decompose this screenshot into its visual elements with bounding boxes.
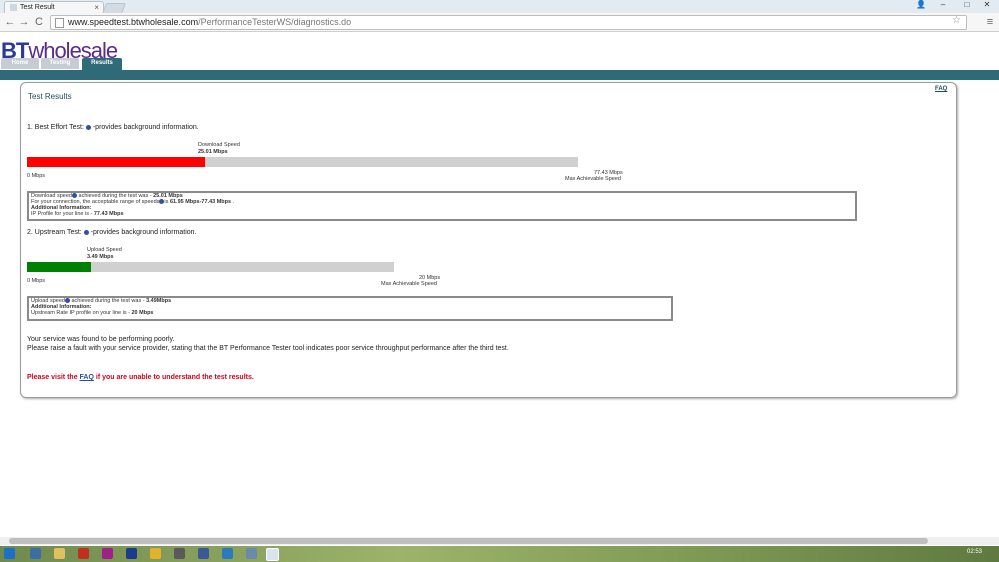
best-effort-heading-desc: -provides background information. [92,124,199,131]
tab-title: Test Result [20,4,55,11]
facebook-icon[interactable] [198,548,209,559]
taskbar-app-icon[interactable] [174,548,185,559]
taskbar-app-icon[interactable] [78,548,89,559]
summary-line-2: Please raise a fault with your service p… [27,345,509,352]
info-icon[interactable] [83,229,89,235]
taskbar-app-icon[interactable] [126,548,137,559]
faq-inline-link[interactable]: FAQ [80,374,94,381]
menu-icon[interactable]: ≡ [984,15,996,29]
nav-tab-testing[interactable]: Testing [41,58,79,69]
page-icon [55,18,64,28]
url-path: /PerformanceTesterWS/diagnostics.do [198,17,352,27]
folder-icon[interactable] [54,548,65,559]
reload-icon[interactable]: C [33,15,45,29]
download-max-label: Max Achievable Speed [565,176,621,182]
upload-speed-bar [27,262,394,272]
maximize-button[interactable]: □ [960,0,974,9]
faq-prompt-text: Please visit the [27,374,78,381]
start-icon[interactable] [4,548,15,559]
minimize-button[interactable]: – [936,0,950,9]
taskbar-app-icon[interactable] [30,548,41,559]
ip-profile-value: 77.43 Mbps [93,211,124,217]
upload-speed-value: 3.49 Mbps [87,254,114,260]
upload-max-label: Max Achievable Speed [381,281,437,287]
taskbar-clock: 02:53 [967,549,983,555]
best-effort-heading: 1. Best Effort Test: -provides backgroun… [27,124,199,131]
download-info-line4: IP Profile for your line is - 77.43 Mbps [31,211,124,217]
download-min-label: 0 Mbps [27,173,46,179]
nav-tab-home[interactable]: Home [1,58,39,69]
scrollbar-thumb[interactable] [9,538,928,544]
address-bar[interactable]: www.speedtest.btwholesale.com/Performanc… [50,15,967,30]
faq-link[interactable]: FAQ [935,86,947,92]
chrome-icon[interactable] [266,548,279,561]
tab-close-icon[interactable]: × [94,2,99,13]
page-title: Test Results [28,92,72,101]
taskbar-app-icon[interactable] [222,548,233,559]
taskbar-app-icon[interactable] [150,548,161,559]
info-icon[interactable] [71,193,77,199]
upload-speed-fill [27,262,92,272]
info-text: is [164,199,169,205]
info-text: Upstream Rate IP profile on your line is… [31,310,130,316]
download-speed-value: 25.01 Mbps [198,149,228,155]
forward-icon[interactable]: → [18,15,30,29]
page-icon [10,4,17,11]
best-effort-heading-text: 1. Best Effort Test: [27,124,84,131]
url-host: www.speedtest.btwholesale.com [68,17,199,27]
bookmark-star-icon[interactable]: ☆ [952,15,961,26]
faq-prompt-text: if you are unable to understand the test… [95,374,254,381]
header-bar [0,70,999,80]
download-speed-label: Download Speed [198,142,240,148]
upstream-heading: 2. Upstream Test: -provides background i… [27,229,196,236]
info-text: IP Profile for your line is - [31,211,93,217]
back-icon[interactable]: ← [4,15,16,29]
nav-tab-results[interactable]: Results [82,58,122,70]
upstream-heading-text: 2. Upstream Test: [27,229,82,236]
user-icon[interactable]: 👤 [914,0,928,9]
upstream-heading-desc: -provides background information. [90,229,197,236]
faq-prompt: Please visit the FAQ if you are unable t… [27,374,254,381]
taskbar-app-icon[interactable] [246,548,257,559]
acceptable-range: 61.95 Mbps-77.43 Mbps [169,199,232,205]
info-text: . [232,199,235,205]
download-speed-bar [27,157,578,167]
browser-titlebar [0,0,999,13]
info-icon[interactable] [85,124,91,130]
upload-min-label: 0 Mbps [27,278,46,284]
upload-speed-achieved: 3.49Mbps [146,298,172,304]
upload-info-line3: Upstream Rate IP profile on your line is… [31,310,154,316]
taskbar-app-icon[interactable] [102,548,113,559]
summary-line-1: Your service was found to be performing … [27,336,175,343]
close-window-button[interactable]: ✕ [980,0,994,9]
upload-speed-label: Upload Speed [87,247,122,253]
info-icon[interactable] [64,298,70,304]
upstream-ip-profile-value: 20 Mbps [131,310,154,316]
download-speed-fill [27,157,205,167]
